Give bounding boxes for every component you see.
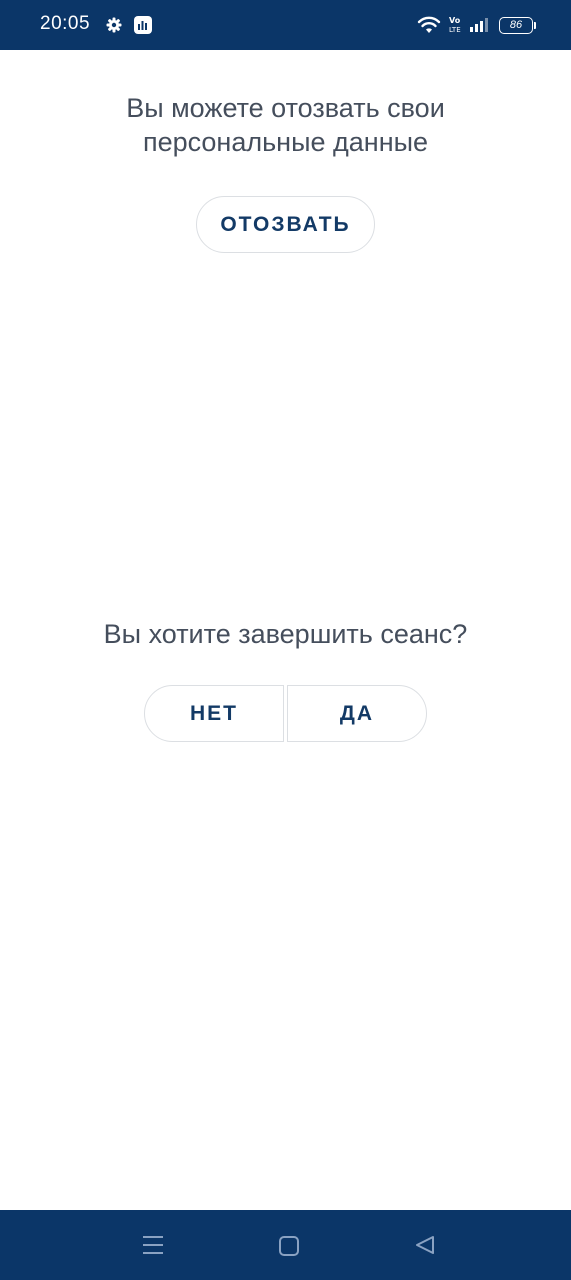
wifi-icon — [417, 16, 441, 33]
gear-icon — [106, 17, 122, 33]
svg-text:LTE: LTE — [449, 26, 461, 34]
yes-button[interactable]: ДА — [287, 685, 427, 742]
status-time: 20:05 — [40, 13, 91, 34]
navigation-bar — [0, 1210, 571, 1280]
svg-text:Vo: Vo — [449, 16, 461, 25]
revoke-button[interactable]: ОТОЗВАТЬ — [196, 196, 375, 253]
back-icon[interactable] — [414, 1234, 436, 1256]
home-icon[interactable] — [278, 1235, 300, 1257]
menu-icon[interactable] — [142, 1235, 164, 1255]
signal-icon — [470, 18, 488, 32]
logout-question: Вы хотите завершить сеанс? — [103, 619, 468, 649]
revoke-data-text: Вы можете отозвать свои персональные дан… — [126, 93, 445, 157]
no-button[interactable]: НЕТ — [144, 685, 284, 742]
battery-tip — [534, 22, 536, 29]
app-notification-icon — [134, 16, 152, 34]
battery-icon: 86 — [499, 17, 533, 34]
volte-icon: Vo LTE — [449, 16, 461, 34]
status-bar: 20:05 Vo LTE 86 — [0, 0, 571, 50]
screen: 20:05 Vo LTE 86 Вы можете отозвать свои … — [0, 0, 571, 1280]
